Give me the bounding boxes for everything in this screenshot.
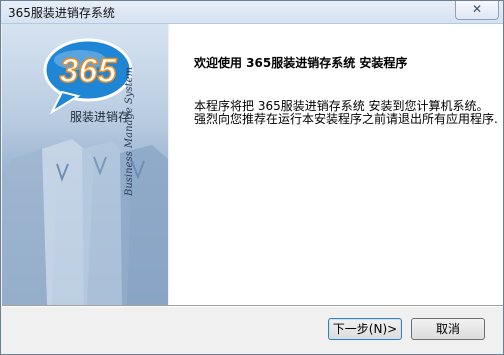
shirts-image	[2, 139, 168, 305]
welcome-description: 本程序将把 365服装进销存系统 安装到您计算机系统。 强烈向您推荐在运行本安装…	[194, 99, 498, 126]
app-logo: 365	[43, 38, 133, 114]
side-banner: 365 服装进销存 Business Manage System	[2, 24, 168, 305]
installer-window: 365服装进销存系统 ✕ 365 服装进销存 Business Manage S…	[0, 0, 504, 355]
title-bar[interactable]: 365服装进销存系统 ✕	[1, 1, 503, 24]
close-button[interactable]: ✕	[455, 1, 499, 20]
footer-divider	[2, 305, 503, 307]
welcome-panel: 欢迎使用 365服装进销存系统 安装程序 本程序将把 365服装进销存系统 安装…	[169, 24, 503, 305]
next-button[interactable]: 下一步(N)>	[328, 318, 402, 340]
window-title: 365服装进销存系统	[8, 6, 115, 20]
close-icon: ✕	[471, 2, 483, 16]
cancel-button[interactable]: 取消	[411, 318, 485, 340]
vertical-tagline: Business Manage System	[124, 66, 135, 196]
logo-text: 365	[60, 52, 118, 90]
logo-caption: 服装进销存	[70, 110, 131, 124]
welcome-heading: 欢迎使用 365服装进销存系统 安装程序	[194, 56, 408, 70]
